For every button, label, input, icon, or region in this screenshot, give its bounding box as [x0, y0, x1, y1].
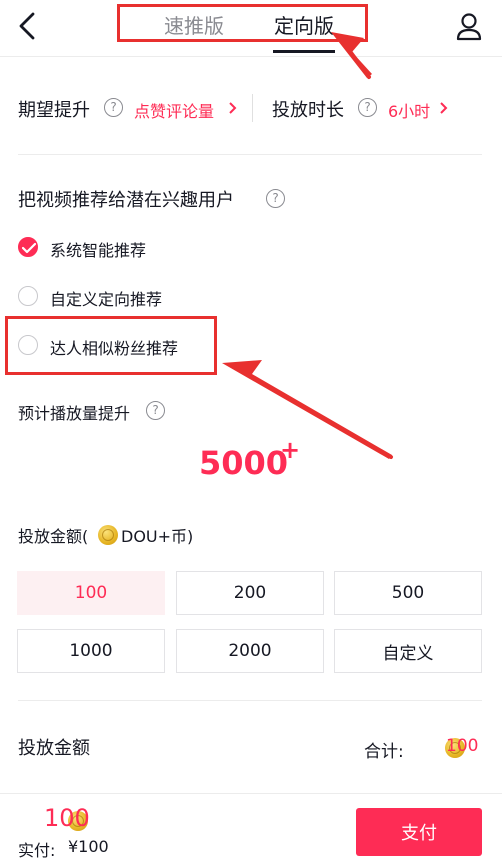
annotation-arrows — [222, 32, 393, 459]
